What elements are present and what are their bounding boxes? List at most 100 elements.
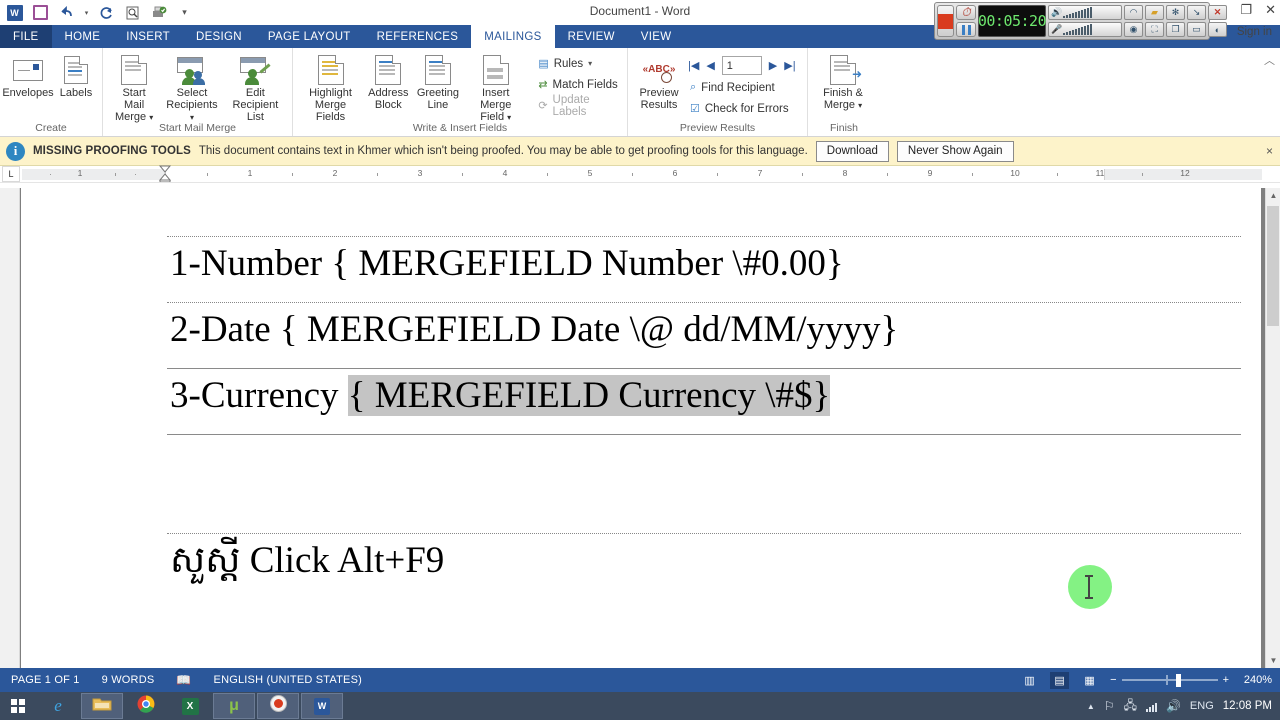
next-record-button[interactable]: ▶ — [769, 59, 777, 72]
start-button[interactable] — [0, 692, 36, 720]
recorder-timer-icon[interactable]: ⏱ — [956, 5, 976, 20]
collapse-ribbon-icon[interactable]: ︿ — [1264, 52, 1275, 68]
tab-page-layout[interactable]: PAGE LAYOUT — [255, 25, 364, 48]
chevron-down-icon[interactable]: ▾ — [858, 101, 862, 110]
read-mode-icon[interactable]: ▥ — [1020, 672, 1039, 689]
previous-record-button[interactable]: ◀ — [706, 59, 714, 72]
merge-field-code[interactable]: { MERGEFIELD Date \@ dd/MM/yyyy} — [280, 309, 898, 350]
labels-button[interactable]: Labels — [52, 51, 100, 101]
tab-insert[interactable]: INSERT — [113, 25, 183, 48]
select-recipients-button[interactable]: Select Recipients ▾ — [161, 51, 223, 126]
document-line[interactable]: 2-Date { MERGEFIELD Date \@ dd/MM/yyyy} — [167, 303, 1241, 368]
wifi-icon[interactable]: ◠ — [1124, 5, 1143, 20]
check-for-errors-button[interactable]: ☑ Check for Errors — [686, 98, 798, 119]
tab-references[interactable]: REFERENCES — [364, 25, 472, 48]
indent-markers[interactable] — [158, 165, 172, 183]
taskbar-excel[interactable]: X — [169, 693, 211, 719]
insert-merge-field-button[interactable]: Insert Merge Field ▾ — [463, 51, 528, 126]
clock[interactable]: 12:08 PM — [1223, 700, 1276, 712]
tab-home[interactable]: HOME — [52, 25, 114, 48]
start-mail-merge-button[interactable]: Start Mail Merge ▾ — [107, 51, 161, 126]
tab-file[interactable]: FILE — [0, 25, 52, 48]
page-indicator[interactable]: PAGE 1 OF 1 — [0, 674, 91, 686]
action-center-icon[interactable]: ⚐ — [1104, 699, 1115, 713]
recorder-close-icon[interactable]: ✕ — [1208, 5, 1227, 20]
never-show-again-button[interactable]: Never Show Again — [896, 140, 1014, 162]
tab-review[interactable]: REVIEW — [555, 25, 628, 48]
zoom-out-button[interactable]: − — [1110, 674, 1116, 686]
document-line-empty[interactable] — [167, 435, 1241, 534]
document-content[interactable]: 1-Number { MERGEFIELD Number \#0.00} 2-D… — [167, 236, 1241, 581]
settings-icon[interactable]: ✻ — [1166, 5, 1185, 20]
edit-recipient-list-button[interactable]: Edit Recipient List — [223, 51, 288, 125]
taskbar-chrome[interactable] — [125, 693, 167, 719]
minimize-icon[interactable]: ↘ — [1187, 5, 1206, 20]
match-fields-button[interactable]: ⇄ Match Fields — [534, 74, 623, 95]
network-icon[interactable]: 🖧 — [1124, 696, 1137, 717]
scrollbar-thumb[interactable] — [1267, 206, 1279, 326]
window-capture-icon[interactable]: ❐ — [1166, 22, 1185, 37]
highlight-merge-fields-button[interactable]: Highlight Merge Fields — [297, 51, 364, 125]
merge-field-code-selected[interactable]: { MERGEFIELD Currency \#$} — [347, 374, 831, 416]
zoom-in-button[interactable]: + — [1223, 674, 1229, 686]
taskbar-word[interactable]: W — [301, 693, 343, 719]
scroll-up-button[interactable]: ▲ — [1268, 190, 1279, 201]
taskbar-screen-recorder[interactable] — [257, 693, 299, 719]
microphone-level-meter[interactable]: 🎤 — [1048, 22, 1122, 37]
zoom-slider[interactable] — [1121, 674, 1218, 687]
chevron-down-icon[interactable]: ▾ — [588, 59, 592, 68]
taskbar-utorrent[interactable]: μ — [213, 693, 255, 719]
volume-icon[interactable]: 🔊 — [1166, 699, 1181, 713]
signal-icon[interactable] — [1145, 701, 1157, 712]
document-area[interactable]: 1-Number { MERGEFIELD Number \#0.00} 2-D… — [0, 188, 1280, 668]
document-row[interactable]: 1-Number { MERGEFIELD Number \#0.00} — [167, 236, 1241, 302]
recorder-pause-button[interactable] — [956, 22, 976, 37]
proofing-icon[interactable]: 📖 — [165, 673, 202, 687]
vertical-scrollbar[interactable]: ▲ ▼ — [1265, 188, 1280, 668]
language-indicator[interactable]: ENGLISH (UNITED STATES) — [203, 674, 373, 686]
download-button[interactable]: Download — [815, 140, 889, 162]
address-block-button[interactable]: Address Block — [364, 51, 413, 113]
rules-button[interactable]: ▤ Rules ▾ — [534, 53, 623, 74]
tab-mailings[interactable]: MAILINGS — [471, 25, 555, 48]
document-row[interactable]: 2-Date { MERGEFIELD Date \@ dd/MM/yyyy} — [167, 301, 1241, 368]
tab-design[interactable]: DESIGN — [183, 25, 255, 48]
document-row-selected[interactable]: 3-Currency { MERGEFIELD Currency \#$} — [167, 367, 1241, 434]
last-record-button[interactable]: ▶| — [784, 59, 795, 72]
scroll-down-button[interactable]: ▼ — [1268, 655, 1279, 666]
greeting-line-button[interactable]: Greeting Line — [413, 51, 463, 113]
restore-icon[interactable]: ❐ — [1240, 2, 1252, 18]
document-line[interactable]: 1-Number { MERGEFIELD Number \#0.00} — [167, 237, 1241, 302]
taskbar-file-explorer[interactable] — [81, 693, 123, 719]
ruler-bar[interactable]: 1 1 2 3 4 5 6 7 8 9 10 11 12 — [22, 168, 1262, 180]
speaker-level-meter[interactable]: 🔊 — [1048, 5, 1122, 20]
webcam-icon[interactable]: ◉ — [1124, 22, 1143, 37]
region-capture-icon[interactable]: ⛶ — [1145, 22, 1164, 37]
first-record-button[interactable]: |◀ — [688, 59, 699, 72]
zoom-level[interactable]: 240% — [1240, 674, 1276, 686]
recorder-stop-button[interactable] — [937, 5, 954, 37]
word-count[interactable]: 9 WORDS — [91, 674, 166, 686]
record-number-input[interactable]: 1 — [721, 56, 762, 75]
envelopes-button[interactable]: Envelopes — [2, 51, 54, 101]
show-hidden-icons[interactable]: ▲ — [1087, 702, 1095, 711]
merge-field-code[interactable]: { MERGEFIELD Number \#0.00} — [331, 243, 843, 284]
close-icon[interactable]: ✕ — [1265, 2, 1276, 18]
taskbar-internet-explorer[interactable]: e — [37, 693, 79, 719]
language-indicator[interactable]: ENG — [1190, 700, 1214, 712]
message-bar-close-icon[interactable]: × — [1266, 144, 1273, 158]
folder-icon[interactable]: ▰ — [1145, 5, 1164, 20]
finish-and-merge-button[interactable]: ➜ Finish & Merge ▾ — [812, 51, 874, 114]
chevron-down-icon[interactable]: ▾ — [507, 113, 511, 122]
document-line[interactable]: 3-Currency { MERGEFIELD Currency \#$} — [167, 369, 1241, 434]
preview-results-button[interactable]: «ABC» Preview Results — [632, 51, 686, 113]
print-layout-icon[interactable]: ▤ — [1050, 671, 1070, 689]
fullscreen-capture-icon[interactable]: ▭ — [1187, 22, 1206, 37]
find-recipient-button[interactable]: ⌕ Find Recipient — [686, 77, 798, 98]
screen-capture-icon[interactable]: ◐ — [1208, 22, 1227, 37]
sign-in-link[interactable]: Sign in — [1237, 26, 1272, 38]
document-row[interactable] — [167, 433, 1241, 534]
chevron-down-icon[interactable]: ▾ — [190, 113, 194, 122]
tab-selector-button[interactable]: L — [2, 166, 20, 182]
web-layout-icon[interactable]: ▦ — [1080, 672, 1099, 689]
